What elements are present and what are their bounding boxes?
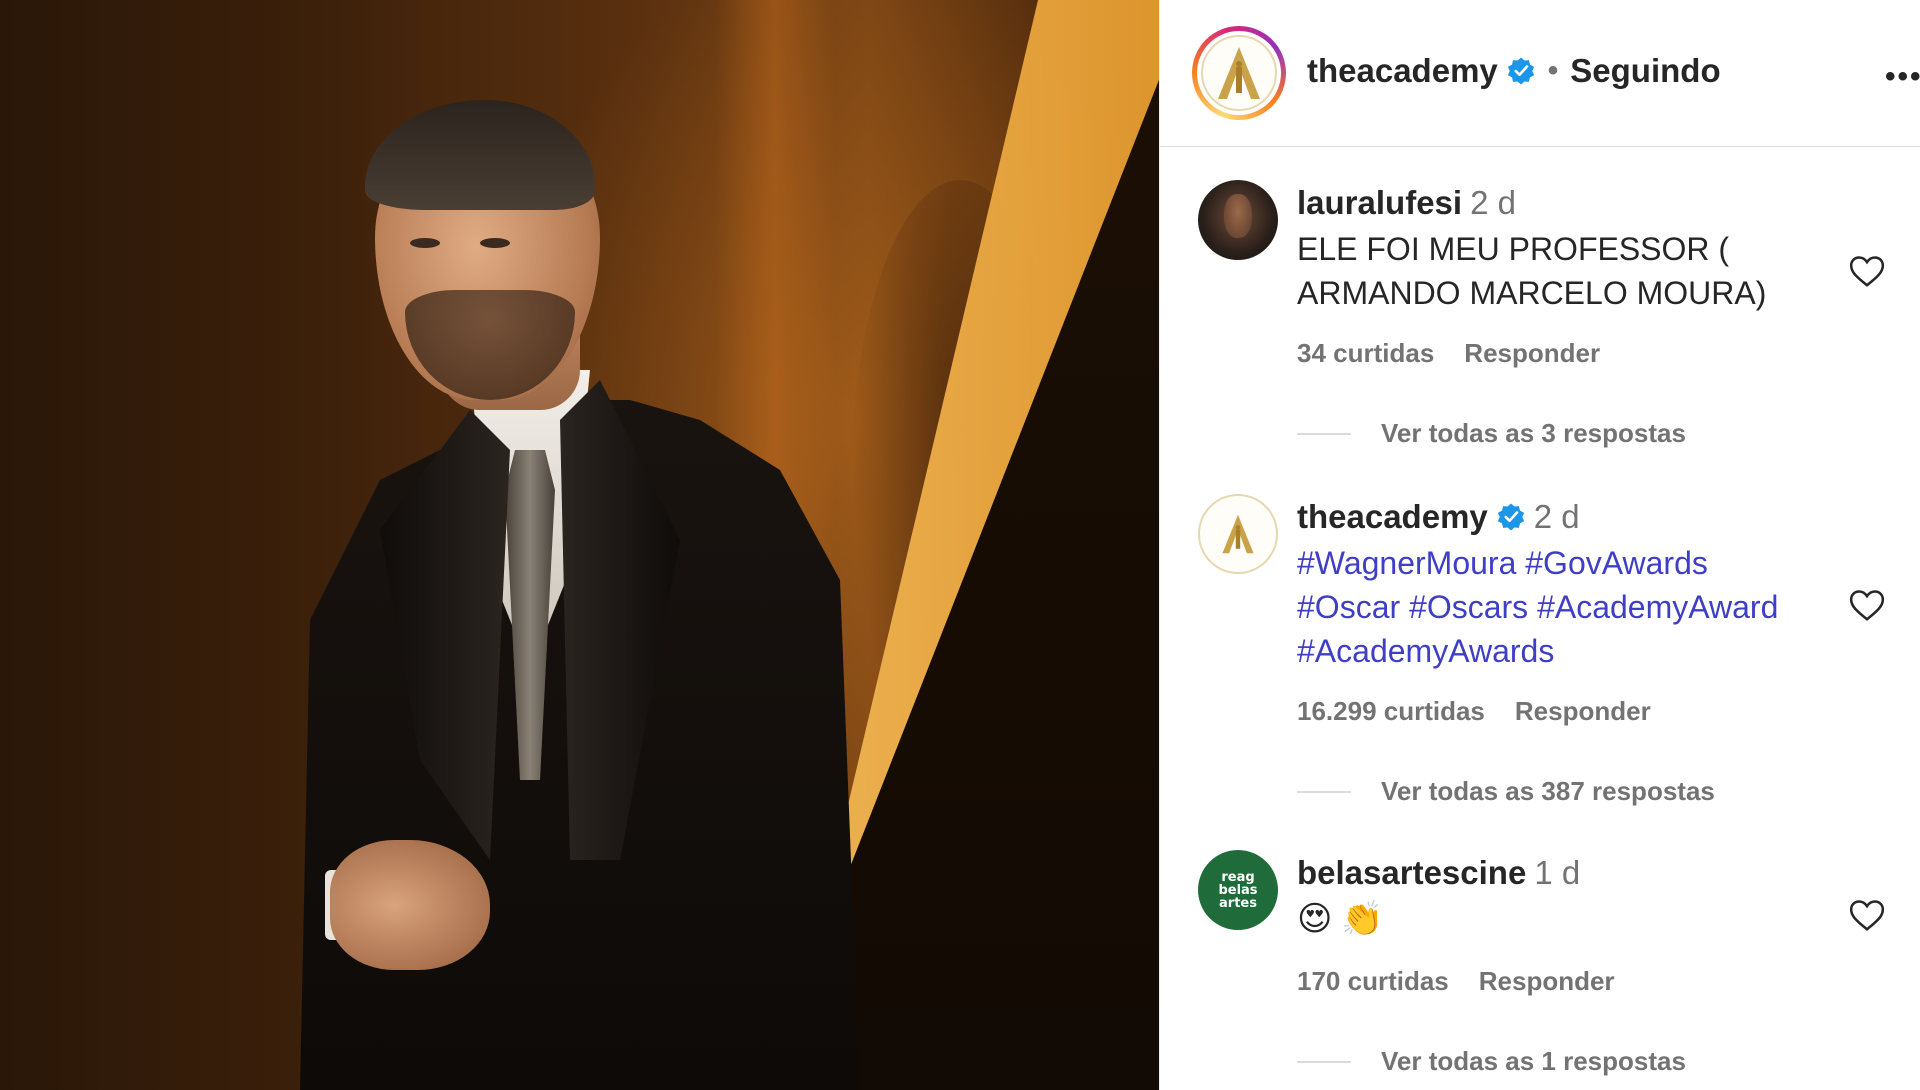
comment-hashtags: #WagnerMoura #GovAwards #Oscar #Oscars #…: [1297, 541, 1837, 673]
more-options-icon[interactable]: •••: [1885, 60, 1920, 94]
comment-likes[interactable]: 170 curtidas: [1297, 966, 1449, 997]
hashtag-link[interactable]: #WagnerMoura: [1297, 545, 1516, 581]
comment-header: lauralufesi 2 d: [1297, 184, 1516, 222]
post-header: theacademy • Seguindo •••: [1160, 0, 1920, 147]
replies-divider: [1297, 1060, 1351, 1063]
hashtag-link[interactable]: #AcademyAwards: [1297, 633, 1554, 669]
view-replies-label[interactable]: Ver todas as 1 respostas: [1381, 1046, 1686, 1077]
academy-oscar-logo: [1201, 35, 1277, 111]
comment-meta: 16.299 curtidas Responder: [1297, 696, 1651, 727]
heart-outline-icon[interactable]: [1848, 586, 1886, 624]
hashtag-link[interactable]: #GovAwards: [1525, 545, 1708, 581]
post-photo[interactable]: [0, 0, 1159, 1090]
author-avatar[interactable]: [1197, 31, 1281, 115]
comment-time[interactable]: 1 d: [1534, 854, 1580, 892]
view-replies[interactable]: Ver todas as 1 respostas: [1297, 1046, 1686, 1077]
heart-outline-icon[interactable]: [1848, 252, 1886, 290]
comment-header: belasartescine 1 d: [1297, 854, 1580, 892]
commenter-avatar[interactable]: [1198, 180, 1278, 260]
replies-divider: [1297, 790, 1351, 793]
heart-outline-icon[interactable]: [1848, 896, 1886, 934]
hashtag-link[interactable]: #AcademyAward: [1537, 589, 1778, 625]
academy-a-icon: [1218, 47, 1260, 99]
replies-divider: [1297, 432, 1351, 435]
comment-item: theacademy 2 d #WagnerMoura #GovAwards #…: [1160, 494, 1920, 824]
comment-likes[interactable]: 34 curtidas: [1297, 338, 1434, 369]
hand: [330, 840, 490, 970]
hashtag-link[interactable]: #Oscar: [1297, 589, 1400, 625]
comment-item: lauralufesi 2 d ELE FOI MEU PROFESSOR ( …: [1160, 180, 1920, 460]
comment-text: ELE FOI MEU PROFESSOR ( ARMANDO MARCELO …: [1297, 231, 1767, 311]
comment-header: theacademy 2 d: [1297, 498, 1580, 536]
portrait-figure: [0, 0, 1159, 1090]
author-username[interactable]: theacademy: [1307, 52, 1498, 90]
avatar-logo-text: reag belas artes: [1218, 869, 1258, 911]
comment-meta: 34 curtidas Responder: [1297, 338, 1600, 369]
author-avatar-story-ring[interactable]: [1192, 26, 1286, 120]
left-eye: [410, 238, 440, 248]
comment-username[interactable]: lauralufesi: [1297, 184, 1462, 222]
comments-panel: theacademy • Seguindo ••• lauralufesi 2 …: [1159, 0, 1920, 1090]
header-author-line: theacademy • Seguindo: [1307, 52, 1721, 90]
comment-item: reag belas artes belasartescine 1 d 😍 👏 …: [1160, 850, 1920, 1090]
view-replies[interactable]: Ver todas as 387 respostas: [1297, 776, 1715, 807]
verified-badge-icon: [1497, 503, 1524, 531]
verified-badge-icon: [1507, 57, 1534, 85]
view-replies-label[interactable]: Ver todas as 387 respostas: [1381, 776, 1715, 807]
hair: [365, 100, 595, 210]
comment-username[interactable]: theacademy: [1297, 498, 1488, 536]
commenter-avatar[interactable]: reag belas artes: [1198, 850, 1278, 930]
comment-meta: 170 curtidas Responder: [1297, 966, 1615, 997]
comment-likes[interactable]: 16.299 curtidas: [1297, 696, 1485, 727]
view-replies-label[interactable]: Ver todas as 3 respostas: [1381, 418, 1686, 449]
clapping-hands-emoji: 👏: [1341, 899, 1384, 939]
reply-button[interactable]: Responder: [1479, 966, 1615, 997]
reply-button[interactable]: Responder: [1515, 696, 1651, 727]
view-replies[interactable]: Ver todas as 3 respostas: [1297, 418, 1686, 449]
following-button[interactable]: Seguindo: [1570, 52, 1720, 90]
academy-a-icon: [1222, 514, 1254, 554]
comment-emojis: 😍 👏: [1297, 897, 1817, 941]
separator-dot: •: [1547, 54, 1559, 87]
reply-button[interactable]: Responder: [1464, 338, 1600, 369]
comment-username[interactable]: belasartescine: [1297, 854, 1526, 892]
hashtag-link[interactable]: #Oscars: [1409, 589, 1528, 625]
right-eye: [480, 238, 510, 248]
comment-time[interactable]: 2 d: [1534, 498, 1580, 536]
comment-time[interactable]: 2 d: [1470, 184, 1516, 222]
commenter-avatar[interactable]: [1198, 494, 1278, 574]
heart-eyes-emoji: 😍: [1297, 899, 1333, 939]
avatar-face: [1224, 194, 1252, 238]
